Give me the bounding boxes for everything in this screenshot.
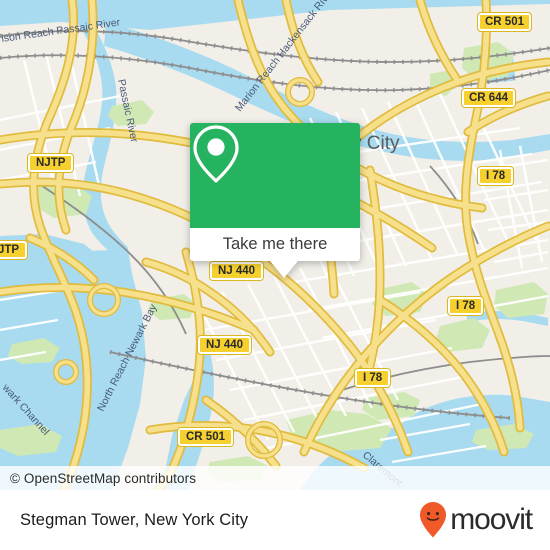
moovit-logo[interactable]: moovit — [418, 501, 533, 539]
callout-header — [190, 123, 360, 228]
road-shield: I 78 — [448, 296, 484, 315]
page-footer: Stegman Tower, New York City moovit — [0, 490, 550, 550]
map-canvas[interactable]: ison Reach Passaic River Passaic River M… — [0, 0, 550, 490]
road-shield: I 78 — [355, 368, 391, 387]
location-callout-card[interactable]: Take me there — [190, 123, 360, 278]
road-shield: CR 644 — [462, 88, 515, 107]
road-shield: NJ 440 — [210, 261, 264, 280]
road-shield: CR 501 — [178, 427, 233, 446]
location-title: Stegman Tower, New York City — [20, 510, 249, 529]
attribution-text: © OpenStreetMap contributors — [10, 470, 197, 486]
map-pin-icon — [193, 125, 239, 183]
road-shield: NJ 440 — [198, 335, 252, 354]
map-attribution-bar: © OpenStreetMap contributors — [0, 466, 550, 490]
moovit-map-page: ison Reach Passaic River Passaic River M… — [0, 0, 550, 550]
road-shield: JTP — [0, 240, 28, 259]
road-shield: CR 501 — [478, 12, 531, 31]
road-shield: NJTP — [28, 153, 74, 172]
take-me-there-button[interactable]: Take me there — [190, 228, 360, 261]
take-me-there-label: Take me there — [222, 235, 328, 253]
moovit-pin-smiley-icon — [420, 502, 447, 538]
callout-tail — [270, 261, 298, 278]
road-shield: I 78 — [478, 166, 514, 185]
moovit-wordmark: moovit — [450, 503, 533, 536]
